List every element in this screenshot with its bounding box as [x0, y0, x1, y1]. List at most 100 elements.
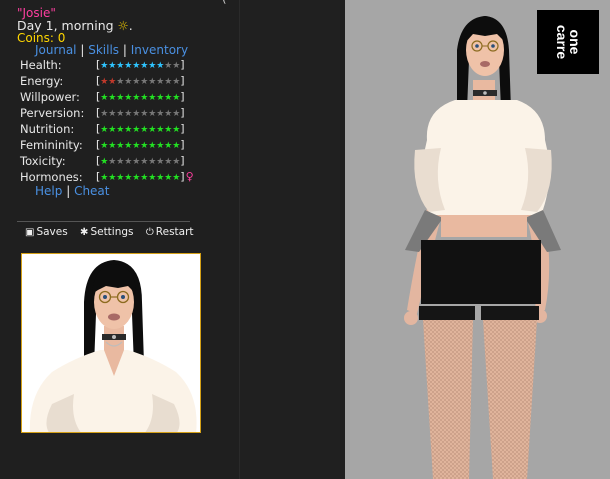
star-icon: ★	[100, 61, 109, 71]
stats-panel: Health: [★★★★★★★★★★] Energy: [★★★★★★★★★★] Wi…	[20, 57, 230, 185]
game-logo: one carre	[537, 10, 599, 74]
star-icon: ★	[156, 125, 165, 135]
star-icon: ★	[132, 93, 141, 103]
star-icon: ★	[156, 109, 165, 119]
star-icon: ★	[148, 77, 157, 87]
center-gutter	[240, 0, 345, 479]
sidebar: ~~~~~~~~~~~~~~~~~~~~ (~~~~~) "Josie" Day…	[0, 0, 282, 479]
star-icon: ★	[140, 109, 149, 119]
gear-icon: ✱	[80, 227, 89, 238]
star-icon: ★	[132, 109, 141, 119]
game-menu: ▣ Saves ✱ Settings ⏻ Restart	[25, 226, 203, 238]
star-icon: ★	[124, 157, 133, 167]
power-icon: ⏻	[145, 227, 154, 238]
star-icon: ★	[164, 125, 173, 135]
star-icon: ★	[108, 77, 117, 87]
star-icon: ★	[124, 77, 133, 87]
settings-button[interactable]: ✱ Settings	[80, 226, 133, 238]
logo-text: one carre	[554, 24, 583, 60]
star-icon: ★	[140, 141, 149, 151]
star-icon: ★	[100, 77, 109, 87]
star-icon: ★	[108, 61, 117, 71]
star-icon: ★	[124, 125, 133, 135]
star-icon: ★	[116, 157, 125, 167]
floppy-icon: ▣	[25, 227, 35, 238]
star-icon: ★	[108, 157, 117, 167]
help-separator: |	[66, 184, 71, 198]
star-icon: ★	[116, 61, 125, 71]
restart-button[interactable]: ⏻ Restart	[146, 226, 194, 238]
star-icon: ★	[164, 109, 173, 119]
stat-label: Femininity:	[20, 138, 83, 152]
star-icon: ★	[132, 141, 141, 151]
star-icon: ★	[124, 173, 133, 183]
star-icon: ★	[164, 157, 173, 167]
star-icon: ★	[156, 61, 165, 71]
bracket: ]	[180, 138, 185, 151]
portrait-illustration	[22, 254, 200, 432]
stat-row: Toxicity: [★★★★★★★★★★]	[20, 153, 230, 169]
star-icon: ★	[148, 61, 157, 71]
inventory-link[interactable]: Inventory	[131, 43, 188, 57]
star-icon: ★	[132, 173, 141, 183]
stat-row: Hormones: [★★★★★★★★★★]♀	[20, 169, 230, 185]
bracket: ]	[180, 170, 185, 183]
star-icon: ★	[156, 77, 165, 87]
stat-star-bar: [★★★★★★★★★★]	[96, 154, 185, 168]
stat-row: Health: [★★★★★★★★★★]	[20, 57, 230, 73]
stat-label: Perversion:	[20, 106, 85, 120]
star-icon: ★	[156, 173, 165, 183]
cheat-link[interactable]: Cheat	[74, 184, 109, 198]
help-link[interactable]: Help	[35, 184, 62, 198]
star-icon: ★	[116, 173, 125, 183]
star-icon: ★	[116, 109, 125, 119]
skills-link[interactable]: Skills	[88, 43, 119, 57]
star-icon: ★	[100, 157, 109, 167]
star-icon: ★	[140, 125, 149, 135]
star-icon: ★	[108, 125, 117, 135]
bracket: ]	[180, 90, 185, 103]
star-icon: ★	[132, 157, 141, 167]
stat-star-bar: [★★★★★★★★★★]	[96, 74, 185, 88]
star-icon: ★	[100, 125, 109, 135]
star-icon: ★	[124, 141, 133, 151]
stat-label: Health:	[20, 58, 62, 72]
bracket: ]	[180, 122, 185, 135]
star-icon: ★	[156, 141, 165, 151]
star-icon: ★	[140, 157, 149, 167]
star-icon: ★	[140, 173, 149, 183]
stat-label: Nutrition:	[20, 122, 75, 136]
star-icon: ★	[140, 93, 149, 103]
saves-button[interactable]: ▣ Saves	[25, 226, 68, 238]
stat-row: Femininity: [★★★★★★★★★★]	[20, 137, 230, 153]
star-icon: ★	[140, 61, 149, 71]
star-icon: ★	[116, 93, 125, 103]
stat-label: Willpower:	[20, 90, 80, 104]
bracket: ]	[180, 74, 185, 87]
stat-star-bar: [★★★★★★★★★★]	[96, 58, 185, 72]
star-icon: ★	[108, 141, 117, 151]
star-icon: ★	[132, 125, 141, 135]
venus-icon: ♀	[185, 170, 194, 183]
nav-separator: |	[80, 43, 85, 57]
star-icon: ★	[100, 109, 109, 119]
star-icon: ★	[164, 93, 173, 103]
star-icon: ★	[108, 109, 117, 119]
star-icon: ★	[164, 173, 173, 183]
star-icon: ★	[148, 157, 157, 167]
journal-link[interactable]: Journal	[35, 43, 77, 57]
star-icon: ★	[108, 173, 117, 183]
logo-text-line2: carre	[554, 24, 570, 60]
star-icon: ★	[116, 125, 125, 135]
restart-label: Restart	[155, 226, 194, 238]
star-icon: ★	[148, 141, 157, 151]
star-icon: ★	[140, 77, 149, 87]
stat-star-bar: [★★★★★★★★★★]♀	[96, 170, 194, 184]
stat-star-bar: [★★★★★★★★★★]	[96, 122, 185, 136]
stat-star-bar: [★★★★★★★★★★]	[96, 106, 185, 120]
star-icon: ★	[164, 61, 173, 71]
star-icon: ★	[100, 141, 109, 151]
star-icon: ★	[116, 141, 125, 151]
star-icon: ★	[164, 141, 173, 151]
stat-row: Willpower: [★★★★★★★★★★]	[20, 89, 230, 105]
